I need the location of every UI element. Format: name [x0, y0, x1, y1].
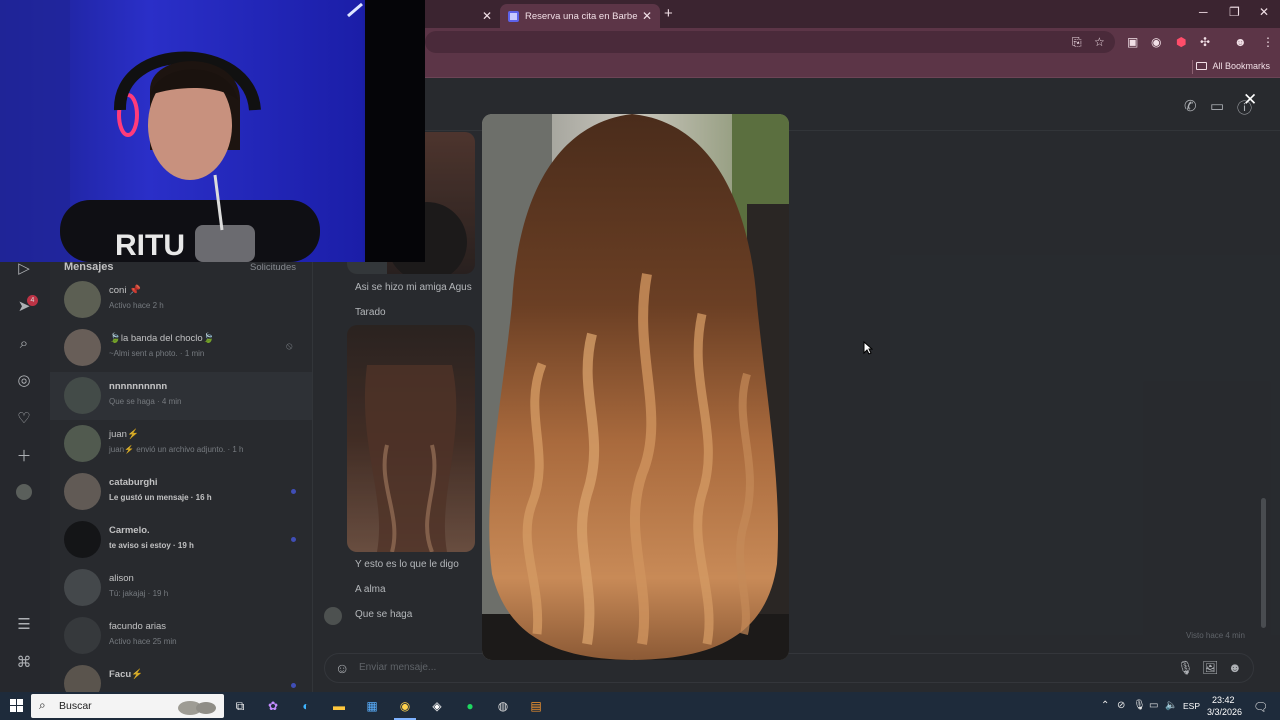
microphone-icon[interactable]: 🎙	[1133, 700, 1146, 711]
store-icon[interactable]: ▦	[363, 697, 381, 715]
extensions-puzzle-icon[interactable]: ✣	[1200, 35, 1210, 49]
file-explorer-icon[interactable]: ▬	[330, 697, 348, 715]
chrome-icon[interactable]: ◉	[396, 697, 414, 715]
shirt-text: RITU	[115, 229, 185, 262]
tab-previous[interactable]: ✕	[425, 4, 500, 28]
search-icon: ⌕	[39, 698, 46, 712]
folder-icon	[1196, 62, 1208, 70]
bookmarks-divider	[1192, 60, 1193, 74]
clock-date[interactable]: 3/3/2026	[1207, 707, 1242, 717]
new-tab-button[interactable]: +	[664, 5, 673, 22]
extension-icon[interactable]: ▣	[1127, 35, 1138, 49]
webcam-overlay: RITU	[0, 0, 425, 262]
app-icon[interactable]: ▤	[527, 697, 545, 715]
restore-icon[interactable]: ❐	[1229, 5, 1240, 19]
task-view-icon[interactable]: ⧉	[231, 697, 249, 715]
obs-icon[interactable]: ◍	[494, 697, 512, 715]
network-icon[interactable]: ▭	[1149, 700, 1158, 711]
install-app-icon[interactable]: ⎘	[1072, 35, 1082, 50]
all-bookmarks-button[interactable]: All Bookmarks	[1196, 61, 1270, 71]
minimize-icon[interactable]: ─	[1199, 5, 1208, 19]
spotify-icon[interactable]: ●	[461, 697, 479, 715]
hair-photo	[482, 114, 789, 660]
extension-icon[interactable]: ◉	[1151, 35, 1161, 49]
mouse-cursor-icon	[863, 341, 873, 355]
tray-overflow-icon[interactable]: ⌃	[1101, 700, 1109, 711]
volume-icon[interactable]: 🔈	[1165, 700, 1177, 711]
tab-active[interactable]: Reserva una cita en Barbería D… ✕	[500, 4, 660, 28]
all-bookmarks-label: All Bookmarks	[1212, 61, 1270, 71]
close-lightbox-button[interactable]: ✕	[1243, 90, 1257, 110]
close-tab-icon[interactable]: ✕	[482, 9, 492, 23]
webcam-feed: RITU	[0, 0, 425, 262]
menu-kebab-icon[interactable]: ⋮	[1262, 35, 1274, 49]
edge-icon[interactable]: ◐	[297, 697, 315, 715]
windows-taskbar: ⌕ Buscar ⧉ ✿ ◐ ▬ ▦ ◉ ◈ ● ◍ ▤ ⌃ ⊘ 🎙 ▭ 🔈 E…	[0, 692, 1280, 720]
bookmark-star-icon[interactable]: ☆	[1094, 35, 1105, 49]
site-favicon-icon	[508, 10, 519, 22]
close-tab-icon[interactable]: ✕	[642, 9, 652, 23]
profile-icon[interactable]: ☻	[1234, 35, 1247, 49]
network-off-icon[interactable]: ⊘	[1117, 700, 1125, 711]
language-indicator[interactable]: ESP	[1183, 701, 1200, 711]
taskbar-search-box[interactable]: ⌕ Buscar	[31, 694, 224, 718]
search-highlight-icon	[178, 701, 216, 715]
close-window-icon[interactable]: ✕	[1259, 5, 1269, 19]
app-icon[interactable]: ◈	[428, 697, 446, 715]
copilot-icon[interactable]: ✿	[264, 697, 282, 715]
windows-start-icon[interactable]	[10, 699, 23, 712]
extension-icon[interactable]: ⬢	[1176, 35, 1186, 49]
tab-title: Reserva una cita en Barbería D…	[525, 10, 638, 22]
clock-time[interactable]: 23:42	[1212, 695, 1235, 705]
lightbox-image	[482, 114, 789, 660]
notification-center-icon[interactable]: 🗨	[1253, 700, 1268, 714]
address-bar[interactable]	[425, 31, 1115, 53]
search-placeholder: Buscar	[59, 700, 92, 712]
